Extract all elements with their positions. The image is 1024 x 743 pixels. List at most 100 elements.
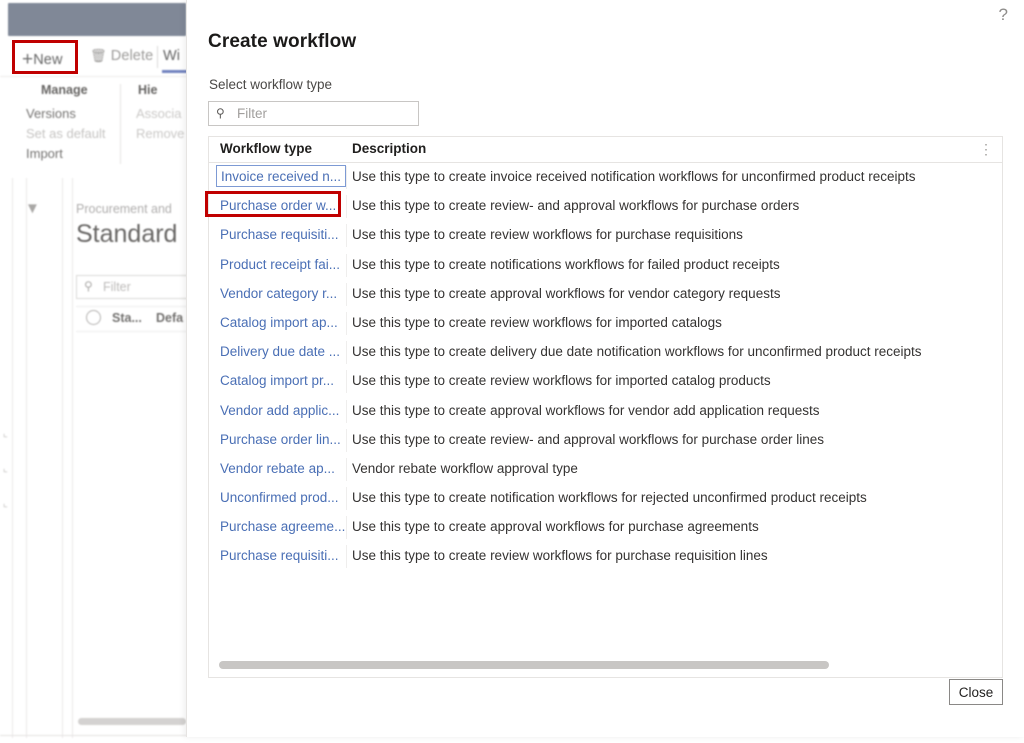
tab-workflow[interactable]: Wi: [163, 48, 180, 64]
cell-workflow-type[interactable]: Purchase order w...: [220, 198, 345, 213]
nav-rail-divider-4: [72, 178, 73, 738]
column-header-workflow-type[interactable]: Workflow type: [220, 141, 312, 156]
cell-description: Vendor rebate workflow approval type: [352, 460, 578, 476]
cell-divider: [346, 545, 347, 569]
cell-workflow-type[interactable]: Purchase agreeme...: [220, 519, 345, 534]
table-row[interactable]: Product receipt fai... Use this type to c…: [209, 251, 1002, 280]
row-select-radio[interactable]: [86, 310, 101, 325]
filter-input[interactable]: [235, 102, 415, 125]
command-bar-divider: [157, 46, 158, 68]
table-row[interactable]: Delivery due date ... Use this type to cr…: [209, 338, 1002, 367]
cell-divider: [346, 399, 347, 423]
help-question-icon[interactable]: ?: [999, 6, 1008, 23]
table-row[interactable]: Purchase order w... Use this type to crea…: [209, 192, 1002, 221]
delete-button[interactable]: 🗑 Delete: [90, 48, 153, 64]
table-row[interactable]: Purchase agreeme... Use this type to crea…: [209, 513, 1002, 542]
cell-description: Use this type to create invoice received…: [352, 169, 916, 184]
cell-workflow-type[interactable]: Invoice received n...: [216, 165, 346, 187]
cell-description: Use this type to create review workflows…: [352, 373, 771, 389]
table-row[interactable]: Purchase requisiti... Use this type to cr…: [209, 542, 1002, 571]
cell-description: Use this type to create approval workflo…: [352, 285, 781, 301]
page-title: Standard: [76, 220, 178, 248]
workflow-type-grid: Workflow type Description ⋮ Invoice rece…: [208, 136, 1003, 678]
workflow-type-filter[interactable]: ⚲: [208, 101, 419, 126]
cell-workflow-type[interactable]: Catalog import pr...: [220, 373, 345, 388]
cell-workflow-type[interactable]: Vendor add applic...: [220, 403, 345, 418]
background-horizontal-scrollbar[interactable]: [78, 718, 186, 725]
cell-description: Use this type to create notifications wo…: [352, 256, 780, 272]
dialog-footer: Close: [187, 679, 1024, 719]
cell-workflow-type[interactable]: Purchase requisiti...: [220, 227, 345, 242]
create-workflow-dialog: ? Create workflow Select workflow type ⚲…: [186, 0, 1024, 737]
cell-divider: [346, 282, 347, 306]
cell-divider: [346, 195, 347, 219]
close-button[interactable]: Close: [949, 679, 1003, 705]
ribbon-link-import[interactable]: Import: [26, 146, 63, 161]
cell-workflow-type[interactable]: Purchase requisiti...: [220, 548, 345, 563]
table-row[interactable]: Invoice received n... Use this type to cr…: [209, 163, 1002, 192]
grid-horizontal-scrollbar-track[interactable]: [209, 655, 1002, 677]
cell-divider: [346, 428, 347, 452]
cell-workflow-type[interactable]: Vendor rebate ap...: [220, 461, 345, 476]
table-row[interactable]: Catalog import pr... Use this type to cre…: [209, 367, 1002, 396]
grid-horizontal-scrollbar-thumb[interactable]: [219, 661, 829, 669]
cell-workflow-type[interactable]: Product receipt fai...: [220, 257, 345, 272]
cell-workflow-type[interactable]: Delivery due date ...: [220, 344, 345, 359]
ribbon-link-versions[interactable]: Versions: [26, 106, 76, 121]
dialog-title: Create workflow: [208, 31, 357, 52]
cell-divider: [346, 253, 347, 277]
cell-description: Use this type to create review- and appr…: [352, 198, 800, 214]
cell-divider: [346, 224, 347, 248]
cell-divider: [346, 341, 347, 365]
table-row[interactable]: Vendor rebate ap... Vendor rebate workflo…: [209, 455, 1002, 484]
tab-workflow-active-underline: [162, 70, 188, 73]
table-row[interactable]: Purchase requisiti... Use this type to cr…: [209, 221, 1002, 250]
vertical-ellipsis-icon[interactable]: ⋮: [979, 139, 993, 159]
cell-divider: [346, 370, 347, 394]
column-header-description[interactable]: Description: [352, 141, 426, 156]
ribbon-link-associate: Associa: [136, 106, 182, 121]
ribbon-link-remove: Remove: [136, 126, 185, 141]
cell-workflow-type[interactable]: Vendor category r...: [220, 286, 345, 301]
cell-workflow-type[interactable]: Purchase order lin...: [220, 432, 345, 447]
table-row[interactable]: Unconfirmed prod... Use this type to crea…: [209, 484, 1002, 513]
cell-description: Use this type to create review workflows…: [352, 548, 768, 564]
cell-divider: [346, 487, 347, 511]
nav-rail-divider-1: [12, 178, 13, 738]
search-icon: ⚲: [216, 106, 225, 120]
filter-funnel-icon[interactable]: ▼: [25, 200, 40, 217]
grid-header-row: Workflow type Description ⋮: [209, 137, 1002, 163]
grid-body: Invoice received n... Use this type to cr…: [209, 163, 1002, 655]
cell-description: Use this type to create approval workflo…: [352, 402, 820, 418]
table-row[interactable]: Catalog import ap... Use this type to cre…: [209, 309, 1002, 338]
new-button[interactable]: +New: [22, 48, 63, 70]
ribbon-group-manage-title: Manage: [41, 83, 88, 97]
cell-description: Use this type to create delivery due dat…: [352, 344, 922, 360]
breadcrumb: Procurement and: [76, 202, 172, 216]
new-button-label: New: [33, 52, 63, 68]
table-row[interactable]: Vendor category r... Use this type to cre…: [209, 280, 1002, 309]
column-default-label: Defa: [156, 311, 184, 325]
plus-icon: +: [22, 49, 34, 70]
ribbon-group-divider: [120, 84, 121, 164]
chevron-collapse-icon-3[interactable]: ‹: [0, 500, 10, 511]
cell-description: Use this type to create notification wor…: [352, 490, 867, 506]
cell-workflow-type[interactable]: Catalog import ap...: [220, 315, 345, 330]
cell-description: Use this type to create approval workflo…: [352, 519, 759, 535]
cell-divider: [346, 457, 347, 481]
search-icon: ⚲: [84, 279, 93, 293]
cell-description: Use this type to create review- and appr…: [352, 431, 824, 447]
cell-divider: [346, 166, 347, 189]
chevron-collapse-icon-2[interactable]: ‹: [0, 465, 10, 476]
cell-divider: [346, 311, 347, 335]
cell-description: Use this type to create review workflows…: [352, 314, 722, 330]
table-row[interactable]: Purchase order lin... Use this type to cr…: [209, 426, 1002, 455]
table-row[interactable]: Vendor add applic... Use this type to cre…: [209, 397, 1002, 426]
chevron-collapse-icon-1[interactable]: ‹: [0, 430, 10, 441]
select-workflow-type-label: Select workflow type: [209, 77, 333, 92]
screenshot-root: +New 🗑 Delete Wi Manage Hie Versions Set…: [0, 0, 1024, 743]
column-status-label: Sta...: [112, 311, 142, 325]
cell-description: Use this type to create review workflows…: [352, 227, 743, 243]
cell-workflow-type[interactable]: Unconfirmed prod...: [220, 490, 345, 505]
delete-button-label: Delete: [110, 48, 154, 64]
